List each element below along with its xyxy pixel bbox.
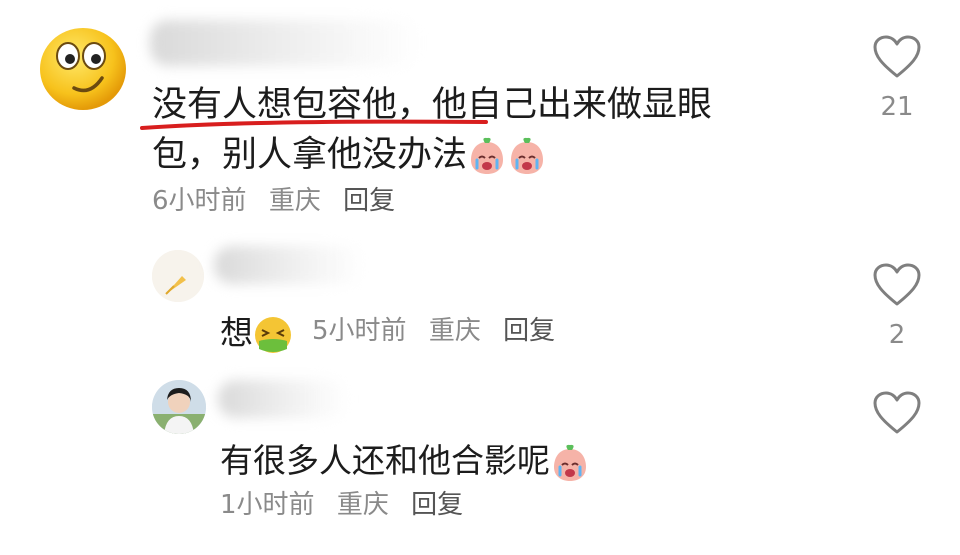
crying-peach-emoji-icon bbox=[511, 137, 544, 174]
avatar-photo-icon bbox=[152, 380, 206, 434]
like-button[interactable] bbox=[872, 34, 922, 84]
reply-meta: 1小时前 重庆 回复 bbox=[220, 484, 477, 521]
crying-peach-emoji-icon bbox=[471, 137, 504, 174]
avatar-image-icon bbox=[152, 250, 204, 302]
reply-time: 1小时前 bbox=[220, 490, 315, 520]
reply-location: 重庆 bbox=[428, 316, 481, 346]
heart-icon bbox=[873, 35, 921, 78]
heart-icon bbox=[873, 391, 921, 434]
reply-meta: 5小时前 重庆 回复 bbox=[312, 310, 569, 347]
comment-location: 重庆 bbox=[268, 186, 321, 216]
avatar[interactable] bbox=[152, 380, 206, 434]
comment-meta: 6小时前 重庆 回复 bbox=[152, 180, 409, 217]
smiling-face-emoji-icon bbox=[40, 28, 126, 110]
nauseated-face-emoji-icon bbox=[255, 316, 291, 353]
reply-button[interactable]: 回复 bbox=[343, 186, 395, 216]
reply-text-content: 想 bbox=[220, 313, 253, 352]
like-count: 21 bbox=[880, 92, 914, 122]
reply-text: 有很多人还和他合影呢 bbox=[220, 434, 590, 483]
heart-icon bbox=[873, 263, 921, 306]
username-blurred[interactable] bbox=[150, 20, 420, 66]
reply-button[interactable]: 回复 bbox=[411, 490, 463, 520]
avatar[interactable] bbox=[152, 250, 204, 302]
like-button[interactable] bbox=[872, 390, 922, 440]
reply-time: 5小时前 bbox=[312, 316, 407, 346]
username-blurred[interactable] bbox=[218, 380, 348, 418]
reply-button[interactable]: 回复 bbox=[503, 316, 555, 346]
red-underline-annotation bbox=[140, 119, 488, 130]
reply-text-content: 有很多人还和他合影呢 bbox=[220, 441, 550, 480]
like-button[interactable] bbox=[872, 262, 922, 312]
comment-text-line2-content: 包，别人拿他没办法 bbox=[152, 135, 468, 175]
avatar[interactable] bbox=[38, 22, 128, 112]
comment-time: 6小时前 bbox=[152, 186, 247, 216]
crying-peach-emoji-icon bbox=[554, 444, 586, 481]
reply-location: 重庆 bbox=[336, 490, 389, 520]
comment-text-line2: 包，别人拿他没办法 bbox=[152, 130, 547, 180]
like-count: 2 bbox=[888, 320, 906, 350]
username-blurred[interactable] bbox=[214, 246, 364, 284]
reply-text: 想 bbox=[220, 306, 293, 355]
